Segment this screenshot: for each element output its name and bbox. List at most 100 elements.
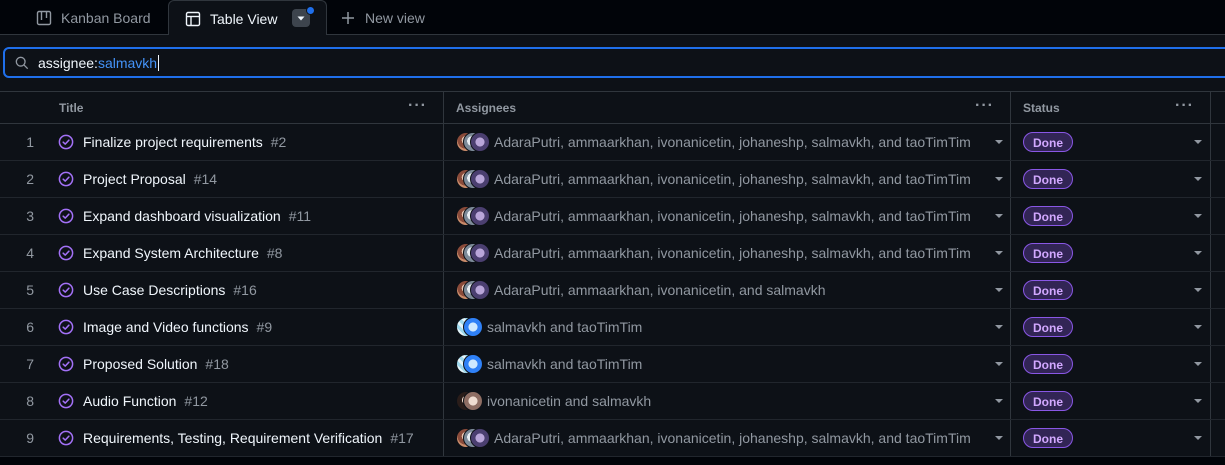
status-cell[interactable]: Done — [1010, 420, 1210, 456]
triangle-down-icon — [297, 16, 305, 21]
status-cell[interactable]: Done — [1010, 161, 1210, 197]
assignees-cell[interactable]: AdaraPutri, ammaarkhan, ivonanicetin, jo… — [443, 161, 1010, 197]
assignees-cell[interactable]: AdaraPutri, ammaarkhan, ivonanicetin, an… — [443, 272, 1010, 308]
column-header-title[interactable]: Title ··· — [47, 92, 443, 123]
chevron-down-icon[interactable] — [995, 177, 1003, 181]
chevron-down-icon[interactable] — [1194, 214, 1202, 218]
avatar-stack — [456, 169, 490, 189]
chevron-down-icon[interactable] — [995, 251, 1003, 255]
status-badge: Done — [1023, 428, 1073, 448]
table-header: Title ··· Assignees ··· Status ··· — [0, 91, 1225, 124]
table-row[interactable]: 4 Expand System Architecture #8 AdaraPut… — [0, 235, 1225, 272]
chevron-down-icon[interactable] — [1194, 177, 1202, 181]
title-cell[interactable]: Requirements, Testing, Requirement Verif… — [47, 420, 443, 456]
chevron-down-icon[interactable] — [1194, 325, 1202, 329]
assignees-cell[interactable]: AdaraPutri, ammaarkhan, ivonanicetin, jo… — [443, 198, 1010, 234]
issue-title-link[interactable]: Proposed Solution — [83, 356, 197, 372]
avatar-stack — [456, 354, 483, 374]
issue-title-link[interactable]: Image and Video functions — [83, 319, 249, 335]
column-status-label: Status — [1023, 100, 1060, 115]
status-badge: Done — [1023, 391, 1073, 411]
chevron-down-icon[interactable] — [995, 399, 1003, 403]
chevron-down-icon[interactable] — [995, 140, 1003, 144]
assignees-cell[interactable]: AdaraPutri, ammaarkhan, ivonanicetin, jo… — [443, 420, 1010, 456]
chevron-down-icon[interactable] — [995, 214, 1003, 218]
issue-number: #18 — [205, 356, 229, 372]
tab-kanban-board[interactable]: Kanban Board — [20, 0, 168, 35]
issue-title-link[interactable]: Expand System Architecture — [83, 245, 259, 261]
row-filler — [1210, 198, 1225, 234]
title-cell[interactable]: Image and Video functions #9 — [47, 309, 443, 345]
table-row[interactable]: 5 Use Case Descriptions #16 AdaraPutri, … — [0, 272, 1225, 309]
title-cell[interactable]: Finalize project requirements #2 — [47, 124, 443, 160]
assignees-text: AdaraPutri, ammaarkhan, ivonanicetin, jo… — [494, 208, 971, 224]
status-cell[interactable]: Done — [1010, 309, 1210, 345]
filter-input[interactable]: assignee: salmavkh — [3, 47, 1225, 78]
chevron-down-icon[interactable] — [995, 436, 1003, 440]
chevron-down-icon[interactable] — [995, 362, 1003, 366]
table-row[interactable]: 8 Audio Function #12 ivonanicetin and sa… — [0, 383, 1225, 420]
new-view-label: New view — [365, 9, 425, 26]
row-number: 5 — [26, 282, 34, 298]
issue-title-link[interactable]: Project Proposal — [83, 171, 186, 187]
column-header-add[interactable] — [1210, 92, 1225, 123]
issue-closed-icon — [58, 171, 74, 187]
issue-title-link[interactable]: Use Case Descriptions — [83, 282, 225, 298]
table-row[interactable]: 6 Image and Video functions #9 salmavkh … — [0, 309, 1225, 346]
issue-title-link[interactable]: Expand dashboard visualization — [83, 208, 281, 224]
assignees-cell[interactable]: ivonanicetin and salmavkh — [443, 383, 1010, 419]
chevron-down-icon[interactable] — [1194, 436, 1202, 440]
chevron-down-icon[interactable] — [1194, 288, 1202, 292]
chevron-down-icon[interactable] — [995, 325, 1003, 329]
assignees-text: ivonanicetin and salmavkh — [487, 393, 652, 409]
table-row[interactable]: 9 Requirements, Testing, Requirement Ver… — [0, 420, 1225, 457]
assignees-cell[interactable]: AdaraPutri, ammaarkhan, ivonanicetin, jo… — [443, 124, 1010, 160]
chevron-down-icon[interactable] — [1194, 251, 1202, 255]
issue-title-link[interactable]: Requirements, Testing, Requirement Verif… — [83, 430, 382, 446]
status-cell[interactable]: Done — [1010, 272, 1210, 308]
status-cell[interactable]: Done — [1010, 124, 1210, 160]
assignees-cell[interactable]: salmavkh and taoTimTim — [443, 309, 1010, 345]
table-row[interactable]: 1 Finalize project requirements #2 Adara… — [0, 124, 1225, 161]
kebab-icon[interactable]: ··· — [1175, 98, 1194, 114]
row-filler — [1210, 161, 1225, 197]
avatar — [470, 206, 490, 226]
unsaved-changes-dot — [306, 6, 315, 15]
kebab-icon[interactable]: ··· — [975, 98, 994, 114]
table-row[interactable]: 2 Project Proposal #14 AdaraPutri, ammaa… — [0, 161, 1225, 198]
issue-title-link[interactable]: Finalize project requirements — [83, 134, 263, 150]
row-number: 4 — [26, 245, 34, 261]
status-cell[interactable]: Done — [1010, 198, 1210, 234]
table-row[interactable]: 7 Proposed Solution #18 salmavkh and tao… — [0, 346, 1225, 383]
row-filler — [1210, 309, 1225, 345]
title-cell[interactable]: Use Case Descriptions #16 — [47, 272, 443, 308]
assignees-cell[interactable]: AdaraPutri, ammaarkhan, ivonanicetin, jo… — [443, 235, 1010, 271]
column-title-label: Title — [59, 100, 84, 115]
status-cell[interactable]: Done — [1010, 235, 1210, 271]
kebab-icon[interactable]: ··· — [408, 98, 427, 114]
title-cell[interactable]: Expand dashboard visualization #11 — [47, 198, 443, 234]
assignees-text: salmavkh and taoTimTim — [487, 356, 643, 372]
issue-closed-icon — [58, 430, 74, 446]
status-cell[interactable]: Done — [1010, 346, 1210, 382]
chevron-down-icon[interactable] — [1194, 140, 1202, 144]
title-cell[interactable]: Proposed Solution #18 — [47, 346, 443, 382]
status-cell[interactable]: Done — [1010, 383, 1210, 419]
new-view-button[interactable]: New view — [340, 0, 460, 35]
issue-title-link[interactable]: Audio Function — [83, 393, 176, 409]
issue-number: #2 — [270, 134, 287, 150]
filter-value: salmavkh — [97, 54, 158, 71]
title-cell[interactable]: Project Proposal #14 — [47, 161, 443, 197]
issue-number: #17 — [390, 430, 414, 446]
issue-closed-icon — [58, 282, 74, 298]
tab-table-view[interactable]: Table View — [168, 0, 327, 36]
title-cell[interactable]: Expand System Architecture #8 — [47, 235, 443, 271]
column-header-assignees[interactable]: Assignees ··· — [443, 92, 1010, 123]
chevron-down-icon[interactable] — [1194, 399, 1202, 403]
chevron-down-icon[interactable] — [1194, 362, 1202, 366]
chevron-down-icon[interactable] — [995, 288, 1003, 292]
title-cell[interactable]: Audio Function #12 — [47, 383, 443, 419]
column-header-status[interactable]: Status ··· — [1010, 92, 1210, 123]
table-row[interactable]: 3 Expand dashboard visualization #11 Ada… — [0, 198, 1225, 235]
assignees-cell[interactable]: salmavkh and taoTimTim — [443, 346, 1010, 382]
